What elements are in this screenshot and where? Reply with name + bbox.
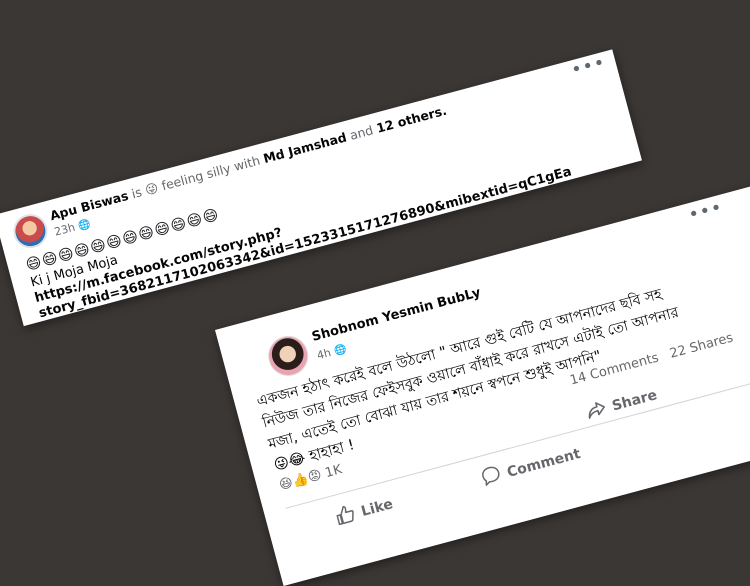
reaction-count: 1K [323,462,344,482]
thumbs-up-icon [333,502,359,530]
header-is: is [129,184,144,202]
feeling-emoji: 😜 [143,179,160,198]
comment-label: Comment [505,445,583,481]
others-link[interactable]: 12 others. [375,103,448,136]
avatar[interactable] [263,331,313,381]
globe-icon: 🌐 [332,343,348,358]
timestamp[interactable]: 4h 🌐 [316,342,348,362]
author-name[interactable]: Shobnom Yesmin BubLy [310,285,482,345]
timestamp-text: 4h [315,346,333,363]
like-button[interactable]: Like [333,492,395,530]
globe-icon: 🌐 [77,218,92,233]
more-options-icon[interactable]: ••• [569,52,608,81]
tagged-name[interactable]: Md Jamshad [262,129,349,166]
avatar[interactable] [9,210,52,252]
and-text: and [348,122,375,143]
feeling-text: feeling silly with [159,152,262,194]
timestamp-text: 23h [52,220,77,239]
more-options-icon[interactable]: ••• [686,197,725,226]
action-spacer [670,409,747,430]
post-header: Apu Biswas is 😜 feeling silly with Md Ja… [48,103,448,224]
share-icon [584,398,609,424]
comment-icon [479,463,505,491]
comment-button[interactable]: Comment [479,442,583,491]
